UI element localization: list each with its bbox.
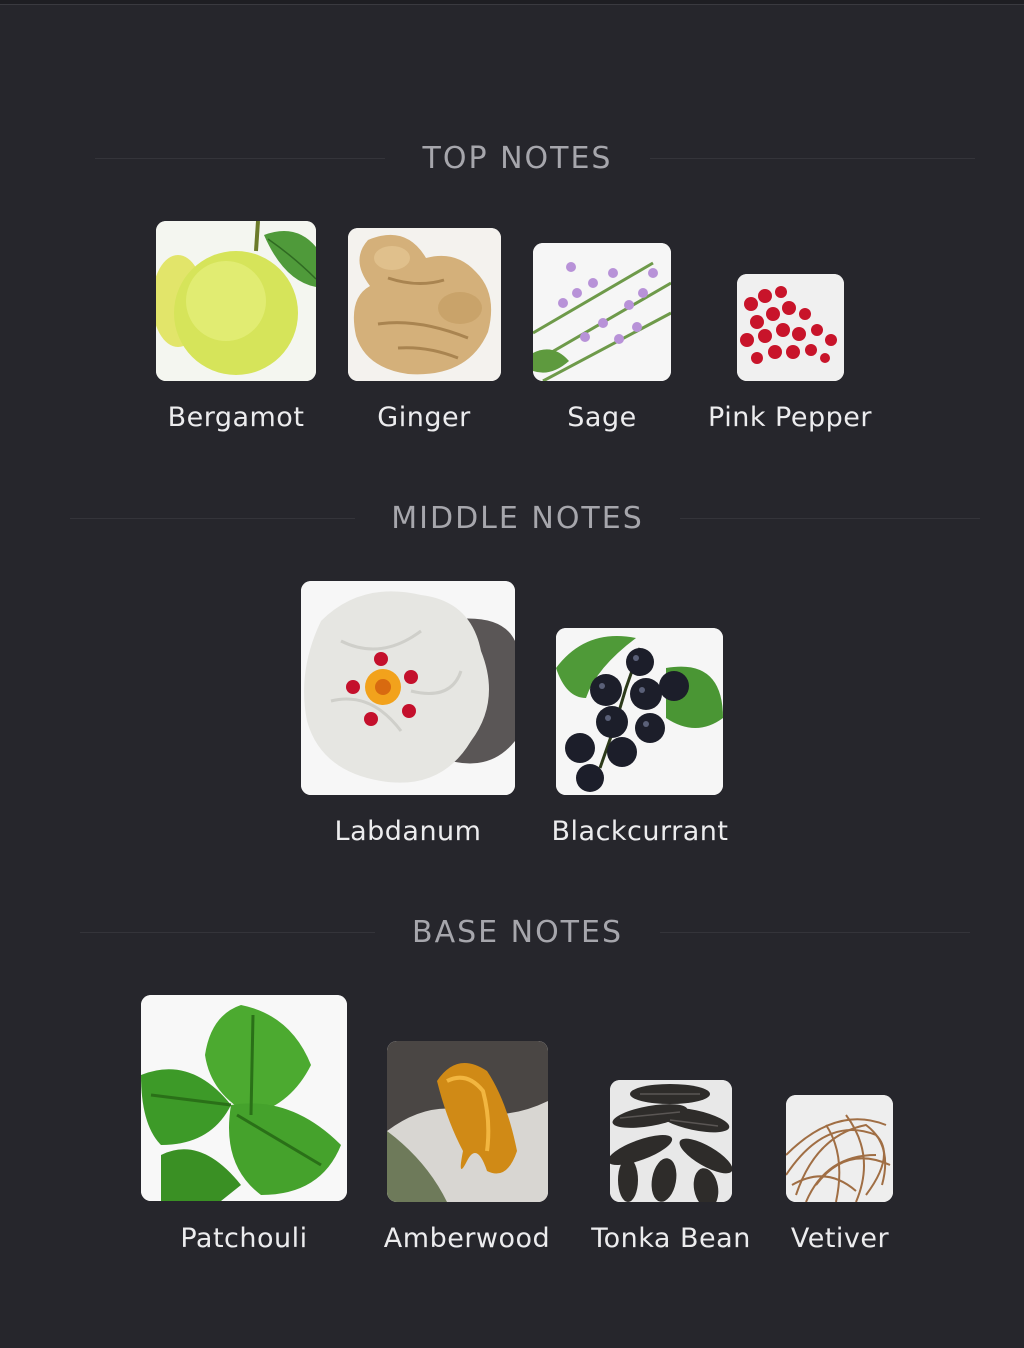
note-label: Patchouli <box>180 1223 308 1254</box>
header-rule-left <box>80 932 375 933</box>
note-label: Pink Pepper <box>708 402 872 433</box>
top-divider <box>0 0 1024 5</box>
header-rule-right <box>650 158 975 159</box>
note-label: Vetiver <box>790 1223 890 1254</box>
middle-notes-header: MIDDLE NOTES <box>0 489 1024 549</box>
base-notes-title: BASE NOTES <box>375 903 660 963</box>
bergamot-icon <box>156 221 316 381</box>
middle-notes-title: MIDDLE NOTES <box>355 489 680 549</box>
header-rule-right <box>680 518 980 519</box>
blackcurrant-icon <box>556 628 723 795</box>
note-label: Blackcurrant <box>551 816 729 847</box>
header-rule-right <box>660 932 970 933</box>
header-rule-left <box>70 518 355 519</box>
top-notes-header: TOP NOTES <box>0 129 1024 189</box>
patchouli-icon <box>141 995 347 1201</box>
header-rule-left <box>95 158 385 159</box>
base-notes-header: BASE NOTES <box>0 903 1024 963</box>
tonka-bean-icon <box>610 1080 732 1202</box>
labdanum-icon <box>301 581 515 795</box>
amberwood-icon <box>387 1041 548 1202</box>
note-label: Labdanum <box>334 816 482 847</box>
sage-icon <box>533 243 671 381</box>
vetiver-icon <box>786 1095 893 1202</box>
ginger-icon <box>348 228 501 381</box>
pink-pepper-icon <box>737 274 844 381</box>
top-notes-title: TOP NOTES <box>385 129 650 189</box>
